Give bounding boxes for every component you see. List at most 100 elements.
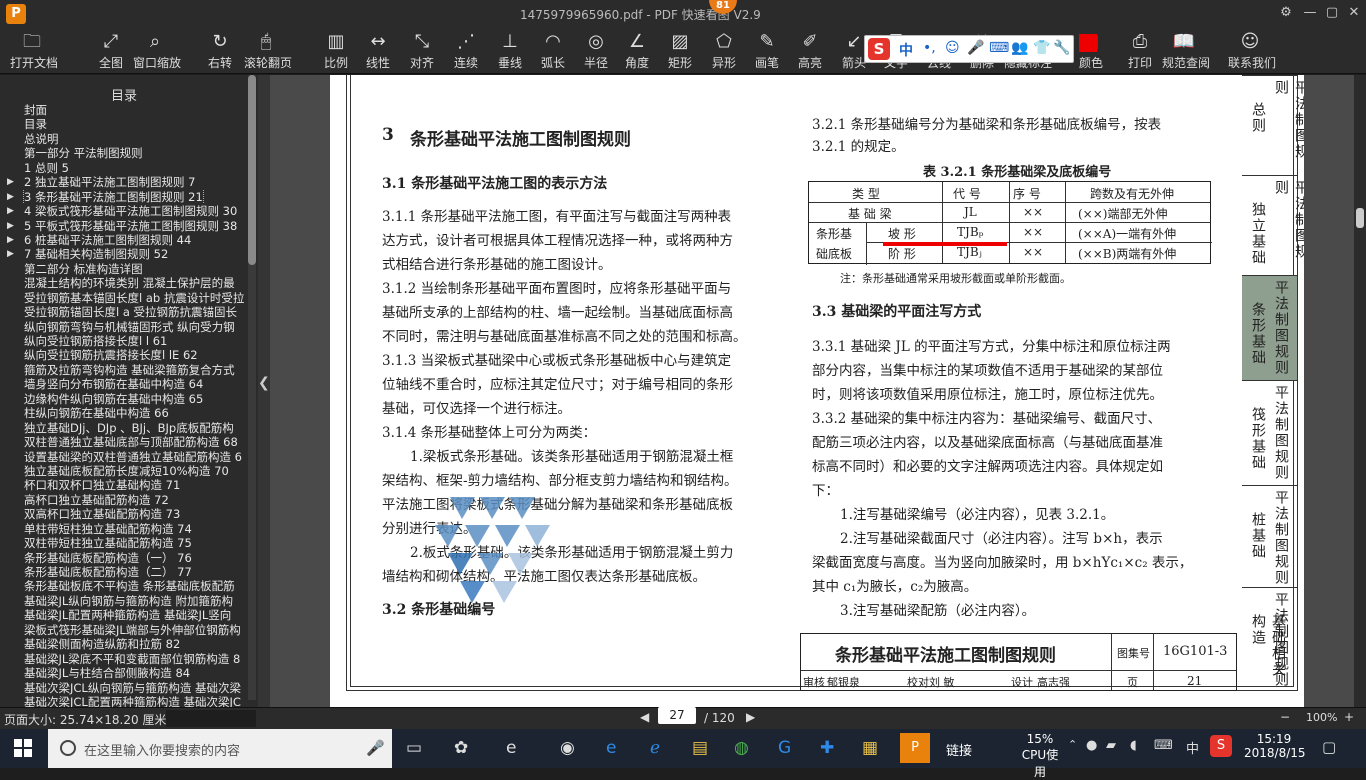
toolbar-scale-button[interactable]: ▥ 比例 [314, 30, 358, 72]
toc-item[interactable]: 总说明 [0, 132, 246, 146]
toc-item[interactable]: 双柱带短柱独立基础配筋构造 75 [0, 536, 246, 550]
expand-arrow-icon[interactable]: ▶ [7, 233, 14, 247]
toc-item[interactable]: 基础次梁JCL纵向钢筋与箍筋构造 基础次梁 [0, 681, 246, 695]
chapter-tab[interactable]: 平法制图规则 基础相关构造 [1242, 587, 1297, 691]
toc-item[interactable]: 基础梁JL与柱结合部侧腋构造 84 [0, 666, 246, 680]
microphone-icon[interactable]: 🎤 [366, 739, 385, 757]
toc-item[interactable]: 纵向钢筋弯钩与机械锚固形式 纵向受力钢 [0, 320, 246, 334]
toc-item[interactable]: 独立基础底板配筋长度减短10%构造 70 [0, 464, 246, 478]
toc-item[interactable]: ▶ 3 条形基础平法施工图制图规则 21 [0, 189, 246, 205]
toolbar-continuous-measure-button[interactable]: ⋰ 连续 [444, 30, 488, 72]
users-icon[interactable]: 👥 [1011, 40, 1028, 56]
toolbar-contact-button[interactable]: ☺ 联系我们 [1228, 30, 1276, 72]
toc-item[interactable]: 独立基础DJj、DJp 、BJj、BJp底板配筋构 [0, 421, 246, 435]
toc-item[interactable]: 第一部分 平法制图规则 [0, 146, 246, 160]
viewer-scrollbar[interactable] [1354, 75, 1366, 707]
chapter-tab[interactable]: 平法制图规则 桩基础 [1242, 485, 1297, 587]
toc-item[interactable]: 封面 [0, 103, 246, 117]
toolbar-fullscreen-button[interactable]: ⤢ 全图 [89, 30, 133, 72]
expand-arrow-icon[interactable]: ▶ [7, 204, 14, 218]
toc-item[interactable]: 基础次梁JCL配置两种箍筋构造 基础次梁JC [0, 695, 246, 707]
app-icon[interactable]: ✿ [454, 738, 468, 758]
toc-item[interactable]: 边缘构件纵向钢筋在基础中构造 65 [0, 392, 246, 406]
toc-item[interactable]: 目录 [0, 117, 246, 131]
expand-arrow-icon[interactable]: ▶ [7, 247, 14, 261]
ime-mode[interactable]: 中 [899, 40, 913, 60]
app-icon[interactable]: G [778, 738, 791, 758]
close-button[interactable]: ✕ [1346, 5, 1362, 20]
sogou-tray-icon[interactable]: S [1210, 735, 1232, 757]
toc-item[interactable]: 条形基础底板配筋构造（一） 76 [0, 551, 246, 565]
task-view-icon[interactable]: ▭ [406, 738, 422, 758]
viewer-scroll-thumb[interactable] [1356, 208, 1364, 228]
windows-start-icon[interactable] [14, 739, 32, 757]
settings-icon[interactable]: ⚙ [1278, 5, 1294, 20]
edge-icon[interactable]: e [506, 738, 516, 758]
toc-item[interactable]: 单柱带短柱独立基础配筋构造 74 [0, 522, 246, 536]
toolbar-rectangle-area-button[interactable]: ▨ 矩形 [658, 30, 702, 72]
ime-toolbar[interactable]: S 中 •, ☺ 🎤 ⌨ 👥 👕 🔧 [864, 35, 1074, 63]
zoom-in-icon[interactable]: + [1344, 710, 1354, 724]
voice-icon[interactable]: 🎤 [967, 40, 984, 56]
tools-icon[interactable]: 🔧 [1053, 40, 1070, 56]
volume-icon[interactable]: ◖ [1130, 738, 1137, 753]
minimize-button[interactable]: — [1302, 5, 1318, 20]
toc-item[interactable]: 基础梁JL配置两种箍筋构造 基础梁JL竖向 [0, 608, 246, 622]
page-input[interactable]: 27 [658, 707, 696, 724]
action-center-icon[interactable]: ▢ [1322, 738, 1336, 756]
chapter-tab[interactable]: 平法制图规则 条形基础 [1242, 275, 1297, 380]
punctuation-icon[interactable]: •, [923, 40, 936, 56]
sidebar-scroll-thumb[interactable] [248, 75, 256, 265]
toc-item[interactable]: 第二部分 标准构造详图 [0, 262, 246, 276]
expand-arrow-icon[interactable]: ▶ [7, 219, 14, 233]
app-icon[interactable]: ◉ [560, 738, 575, 758]
toolbar-rotate-button[interactable]: ↻ 右转 [198, 30, 242, 72]
toc-item[interactable]: 箍筋及拉筋弯钩构造 基础梁箍筋复合方式 [0, 363, 246, 377]
chapter-tab[interactable]: 平法制图规则 总则 [1242, 75, 1304, 175]
toolbar-standards-button[interactable]: 📖 规范查阅 [1162, 30, 1210, 72]
toc-item[interactable]: 混凝土结构的环境类别 混凝土保护层的最 [0, 276, 246, 290]
toc-item[interactable]: 高杯口独立基础配筋构造 72 [0, 493, 246, 507]
keyboard-icon[interactable]: ⌨ [1154, 738, 1173, 753]
input-language[interactable]: 中 [1186, 738, 1199, 757]
toc-item[interactable]: 杯口和双杯口独立基础构造 71 [0, 478, 246, 492]
toolbar-folder-button[interactable]: 🗀 打开文档 [10, 30, 58, 72]
file-explorer-icon[interactable]: ▤ [692, 738, 708, 758]
app-icon[interactable]: ▦ [862, 738, 878, 758]
toc-item[interactable]: ▶ 2 独立基础平法施工图制图规则 7 [0, 175, 246, 189]
red-annotation-line[interactable] [883, 242, 1007, 246]
toc-item[interactable]: 墙身竖向分布钢筋在基础中构造 64 [0, 377, 246, 391]
toc-item[interactable]: ▶ 5 平板式筏形基础平法施工图制图规则 38 [0, 219, 246, 233]
toolbar-radius-button[interactable]: ◎ 半径 [574, 30, 618, 72]
toolbar-print-button[interactable]: ⎙ 打印 [1118, 30, 1162, 72]
chapter-tab[interactable]: 平法制图规则 筏形基础 [1242, 380, 1297, 485]
toc-item[interactable]: 基础梁JL纵向钢筋与箍筋构造 附加箍筋构 [0, 594, 246, 608]
toc-item[interactable]: 双柱普通独立基础底部与顶部配筋构造 68 [0, 435, 246, 449]
network-icon[interactable]: ▰ [1106, 738, 1116, 753]
toc-item[interactable]: 受拉钢筋锚固长度l a 受拉钢筋抗震锚固长 [0, 305, 246, 319]
toolbar-perpendicular-button[interactable]: ⊥ 垂线 [488, 30, 532, 72]
toc-item[interactable]: 纵向受拉钢筋抗震搭接长度l lE 62 [0, 348, 246, 362]
toc-item[interactable]: 双高杯口独立基础配筋构造 73 [0, 507, 246, 521]
zoom-out-icon[interactable]: − [1280, 710, 1290, 724]
toc-item[interactable]: 条形基础底板配筋构造（二） 77 [0, 565, 246, 579]
color-swatch[interactable] [1079, 34, 1097, 52]
toc-item[interactable]: 受拉钢筋基本锚固长度l ab 抗震设计时受拉 [0, 291, 246, 305]
clock[interactable]: 15:19 2018/8/15 [1244, 732, 1306, 760]
ie-icon[interactable]: ℯ [650, 738, 660, 758]
toc-item[interactable]: 柱纵向钢筋在基础中构造 66 [0, 406, 246, 420]
toolbar-highlighter-button[interactable]: ✐ 高亮 [788, 30, 832, 72]
skin-icon[interactable]: 👕 [1033, 40, 1050, 56]
sogou-icon[interactable]: S [868, 38, 890, 60]
expand-arrow-icon[interactable]: ▶ [7, 190, 14, 204]
next-page-icon[interactable]: ▶ [746, 710, 755, 724]
tray-link[interactable]: 链接 [946, 740, 972, 759]
pdf-viewer-taskbar-icon[interactable]: P [900, 733, 930, 763]
toolbar-angle-button[interactable]: ∠ 角度 [615, 30, 659, 72]
toc-item[interactable]: 设置基础梁的双柱普通独立基础配筋构造 6 [0, 450, 246, 464]
toc-item[interactable]: 基础梁JL梁底不平和变截面部位钢筋构造 8 [0, 652, 246, 666]
keyboard-icon[interactable]: ⌨ [989, 40, 1009, 56]
chapter-tab[interactable]: 平法制图规则 独立基础 [1242, 175, 1304, 275]
toc-item[interactable]: 基础梁侧面构造纵筋和拉筋 82 [0, 637, 246, 651]
toolbar-mouse-scroll-button[interactable]: 🖱 滚轮翻页 [244, 30, 292, 72]
